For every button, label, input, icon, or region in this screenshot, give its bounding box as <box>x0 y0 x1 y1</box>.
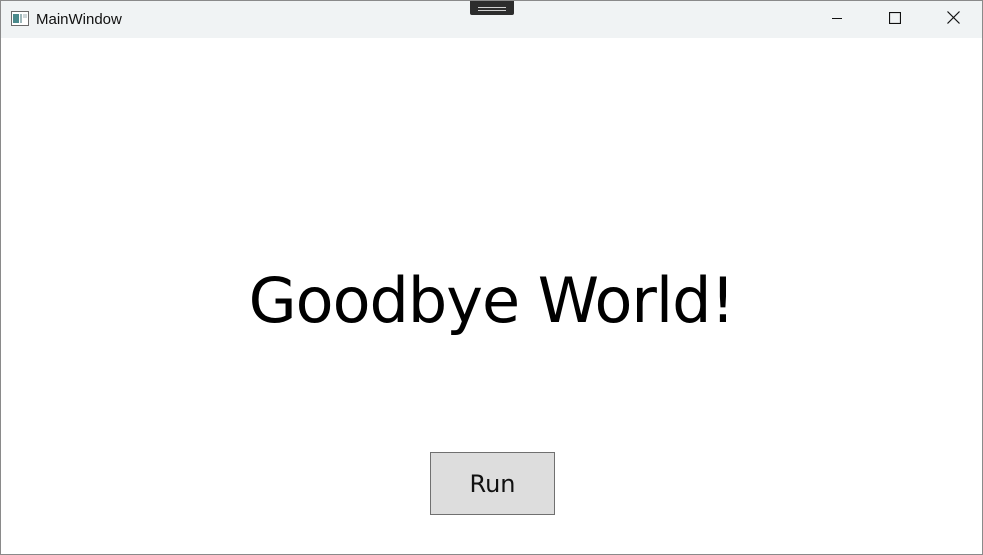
main-window: MainWindow Goodbye World! Run <box>0 0 983 555</box>
maximize-icon <box>888 11 902 29</box>
app-window-icon <box>11 11 29 26</box>
window-title: MainWindow <box>36 11 122 28</box>
headline-text: Goodbye World! <box>248 264 736 337</box>
title-bar[interactable]: MainWindow <box>1 1 982 38</box>
run-button[interactable]: Run <box>430 452 555 515</box>
minimize-icon <box>831 11 843 29</box>
minimize-button[interactable] <box>808 1 866 38</box>
close-icon <box>946 10 960 29</box>
close-button[interactable] <box>924 1 982 38</box>
snap-layout-handle[interactable] <box>470 1 514 15</box>
maximize-button[interactable] <box>866 1 924 38</box>
